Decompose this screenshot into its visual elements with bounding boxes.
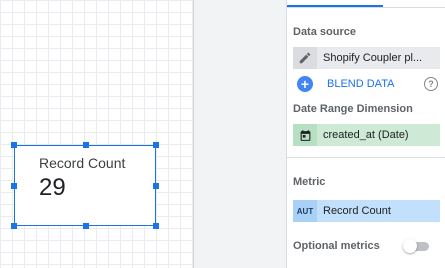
plus-icon: + bbox=[297, 76, 313, 92]
scorecard-label: Record Count bbox=[39, 155, 126, 171]
pencil-icon[interactable] bbox=[293, 47, 317, 69]
scorecard-chart[interactable]: Record Count 29 bbox=[11, 142, 159, 229]
resize-handle-bottom-right[interactable] bbox=[153, 223, 159, 229]
metric-title: Metric bbox=[293, 176, 326, 188]
optional-metrics-toggle[interactable] bbox=[403, 239, 429, 253]
date-range-chip[interactable]: created_at (Date) bbox=[293, 124, 440, 146]
toggle-knob bbox=[403, 239, 417, 253]
resize-handle-top[interactable] bbox=[83, 142, 89, 148]
section-divider bbox=[287, 157, 445, 158]
resize-handle-bottom-left[interactable] bbox=[11, 223, 17, 229]
metric-type-badge: AUT bbox=[293, 200, 317, 222]
calendar-icon bbox=[293, 124, 317, 146]
data-source-title: Data source bbox=[293, 26, 356, 38]
canvas-gutter bbox=[194, 0, 286, 268]
tab-divider bbox=[287, 7, 445, 8]
properties-panel: Data source Shopify Coupler pl... + BLEN… bbox=[286, 0, 445, 268]
data-source-chip[interactable]: Shopify Coupler pl... bbox=[293, 47, 440, 69]
resize-handle-right[interactable] bbox=[153, 183, 159, 189]
date-range-title: Date Range Dimension bbox=[293, 103, 413, 115]
optional-metrics-label: Optional metrics bbox=[293, 240, 380, 252]
metric-chip[interactable]: AUT Record Count bbox=[293, 200, 440, 222]
report-canvas[interactable]: Record Count 29 bbox=[0, 0, 194, 268]
metric-field: Record Count bbox=[323, 205, 391, 217]
date-range-field: created_at (Date) bbox=[323, 129, 409, 141]
data-source-name: Shopify Coupler pl... bbox=[323, 52, 423, 64]
blend-data-label: BLEND DATA bbox=[327, 78, 395, 90]
blend-data-button[interactable]: + BLEND DATA ? bbox=[293, 74, 440, 94]
scorecard-value: 29 bbox=[39, 174, 66, 201]
resize-handle-top-right[interactable] bbox=[153, 142, 159, 148]
resize-handle-bottom[interactable] bbox=[83, 223, 89, 229]
help-icon[interactable]: ? bbox=[424, 77, 438, 91]
resize-handle-top-left[interactable] bbox=[11, 142, 17, 148]
resize-handle-left[interactable] bbox=[11, 183, 17, 189]
